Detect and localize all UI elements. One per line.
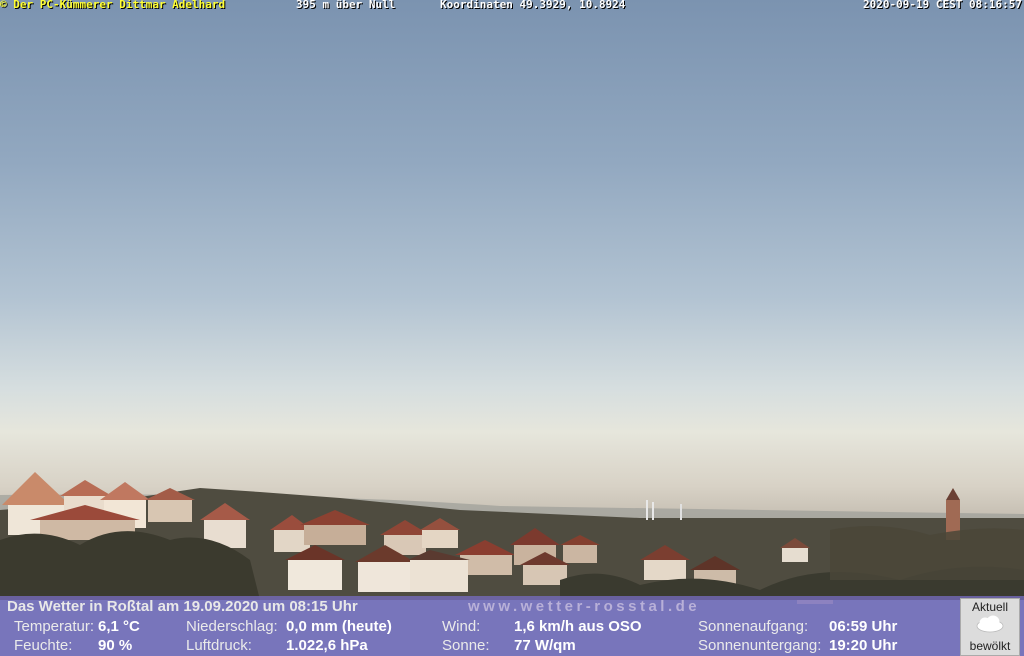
weather-headline: Das Wetter in Roßtal am 19.09.2020 um 08…	[7, 598, 358, 615]
coordinates-text: Koordinaten 49.3929, 10.8924	[440, 0, 626, 11]
wind-turbine	[680, 504, 682, 520]
webcam-scene	[0, 0, 1024, 604]
pressure-value: 1.022,6 hPa	[286, 637, 368, 654]
website-text: www.wetter-rosstal.de	[468, 598, 701, 615]
sunset-value: 19:20 Uhr	[829, 637, 898, 654]
camera-info-bar: © Der PC-Kümmerer Dittmar Adelhard 395 m…	[0, 0, 1024, 12]
temperature-value: 6,1 °C	[98, 618, 140, 635]
wind-value: 1,6 km/h aus OSO	[514, 618, 642, 635]
condition-title: Aktuell	[971, 600, 1009, 614]
current-condition-badge: Aktuell bewölkt	[960, 598, 1020, 656]
wind-turbine	[646, 500, 648, 520]
wind-turbine	[652, 502, 654, 520]
sun-value: 77 W/qm	[514, 637, 576, 654]
altitude-text: 395 m über Null	[296, 0, 396, 11]
timestamp-text: 2020-09-19 CEST 08:16:57	[863, 0, 1022, 11]
weather-panel: Das Wetter in Roßtal am 19.09.2020 um 08…	[0, 596, 1024, 656]
humidity-value: 90 %	[98, 637, 133, 654]
cloud-icon	[976, 615, 1004, 633]
condition-status: bewölkt	[969, 639, 1011, 653]
sky	[0, 0, 1024, 540]
sunrise-label: Sonnenaufgang:	[698, 618, 809, 635]
pressure-label: Luftdruck:	[186, 637, 252, 654]
precip-label: Niederschlag:	[186, 618, 278, 635]
sunrise-value: 06:59 Uhr	[829, 618, 898, 635]
sunset-label: Sonnenuntergang:	[698, 637, 822, 654]
humidity-label: Feuchte:	[14, 637, 73, 654]
precip-value: 0,0 mm (heute)	[286, 618, 392, 635]
sun-label: Sonne:	[442, 637, 490, 654]
credit-text: © Der PC-Kümmerer Dittmar Adelhard	[0, 0, 226, 11]
temperature-label: Temperatur:	[14, 618, 95, 635]
wind-label: Wind:	[442, 618, 481, 635]
